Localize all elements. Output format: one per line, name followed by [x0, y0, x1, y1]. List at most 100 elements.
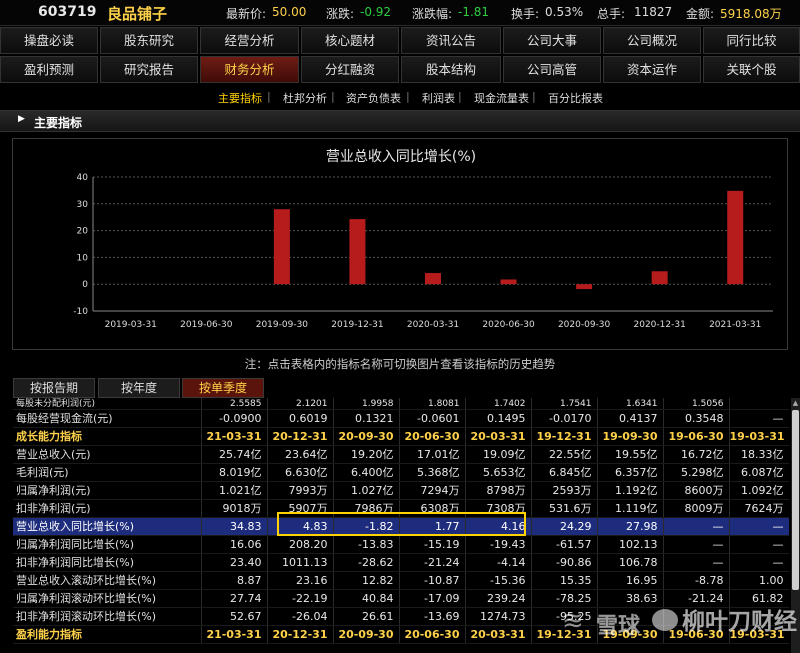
- nav-button-r2-4[interactable]: 股本结构: [401, 56, 501, 83]
- volume-label: 总手:: [597, 7, 626, 21]
- table-scrollbar[interactable]: ▲: [791, 398, 800, 653]
- subtab-4[interactable]: 现金流量表: [474, 90, 529, 106]
- section-header[interactable]: ▶ 主要指标: [0, 110, 800, 132]
- table-row: 扣非净利润(元) 9018万 5907万 7986万 6308万 7308万 531.6万 1…: [13, 499, 789, 518]
- x-tick-label: 2019-06-30: [180, 320, 233, 330]
- nav-button-r1-2[interactable]: 经营分析: [200, 27, 299, 54]
- indicator-name[interactable]: 营业总收入同比增长(%): [13, 517, 202, 536]
- indicator-name[interactable]: 扣非净利润同比增长(%): [13, 553, 202, 572]
- amount-value: 5918.08万: [720, 7, 782, 21]
- sub-tabs: 主要指标 杜邦分析 资产负债表 利润表 现金流量表 百分比报表 | | | | |: [0, 86, 800, 108]
- period-header: 20-03-31: [465, 427, 532, 446]
- table-cell: 22.55亿: [531, 445, 598, 464]
- table-cell: 2.1201: [267, 398, 334, 410]
- nav-button-r1-5[interactable]: 公司大事: [503, 27, 601, 54]
- subtab-3[interactable]: 利润表: [422, 90, 455, 106]
- subtab-separator: |: [532, 90, 536, 103]
- table-cell: 23.64亿: [267, 445, 334, 464]
- nav-button-r2-3[interactable]: 分红融资: [301, 56, 399, 83]
- indicator-name[interactable]: 归属净利润同比增长(%): [13, 535, 202, 554]
- period-header: 21-03-31: [201, 427, 268, 446]
- table-row: 营业总收入滚动环比增长(%) 8.87 23.16 12.82 -10.87 -15.36…: [13, 571, 789, 590]
- table-row: 归属净利润同比增长(%) 16.06 208.20 -13.83 -15.19 -19.4…: [13, 535, 789, 554]
- indicator-name[interactable]: 毛利润(元): [13, 463, 202, 482]
- indicator-name[interactable]: 归属净利润(元): [13, 481, 202, 500]
- y-tick-label: 0: [82, 280, 88, 290]
- bar: [727, 190, 744, 285]
- table-cell: 0.6019: [267, 409, 334, 428]
- table-cell: 1011.13: [267, 553, 334, 572]
- indicator-name[interactable]: 每股经营现金流(元): [13, 409, 202, 428]
- table-cell: -90.86: [531, 553, 598, 572]
- scroll-thumb[interactable]: [792, 410, 799, 590]
- nav-button-r1-1[interactable]: 股东研究: [100, 27, 198, 54]
- indicator-name[interactable]: 营业总收入滚动环比增长(%): [13, 571, 202, 590]
- indicator-name[interactable]: 营业总收入(元): [13, 445, 202, 464]
- scroll-up-icon[interactable]: ▲: [791, 398, 800, 408]
- table-cell: 7294万: [399, 481, 466, 500]
- quote-bar: 603719 良品铺子 最新价: 50.00 涨跌: -0.92 涨跌幅: -1…: [0, 0, 800, 26]
- table-cell: 1.7402: [465, 398, 532, 410]
- nav-button-r2-6[interactable]: 资本运作: [603, 56, 701, 83]
- indicator-name[interactable]: 扣非净利润滚动环比增长(%): [13, 607, 202, 626]
- table-cell: -0.0900: [201, 409, 268, 428]
- indicator-name[interactable]: 归属净利润滚动环比增长(%): [13, 589, 202, 608]
- table-cell: 8.019亿: [201, 463, 268, 482]
- period-tab-2[interactable]: 按单季度: [182, 378, 264, 398]
- table-cell: 106.78: [597, 553, 664, 572]
- period-tab-1[interactable]: 按年度: [98, 378, 180, 398]
- table-cell: 0.1321: [333, 409, 400, 428]
- table-cell: 34.83: [201, 517, 268, 536]
- bar: [273, 209, 290, 285]
- table-cell: 27.74: [201, 589, 268, 608]
- indicator-name[interactable]: 每股未分配利润(元): [13, 398, 202, 410]
- table-cell: -61.57: [531, 535, 598, 554]
- table-cell: [729, 398, 789, 410]
- nav-button-r2-7[interactable]: 关联个股: [703, 56, 800, 83]
- period-header: 19-09-30: [597, 625, 664, 644]
- table-cell: 5.653亿: [465, 463, 532, 482]
- table-row: 营业总收入同比增长(%) 34.83 4.83 -1.82 1.77 4.16 24.29 2…: [13, 517, 789, 536]
- table-cell: -8.78: [663, 571, 730, 590]
- period-header: 19-12-31: [531, 427, 598, 446]
- subtab-1[interactable]: 杜邦分析: [283, 90, 327, 106]
- nav-button-r2-0[interactable]: 盈利预测: [0, 56, 98, 83]
- table-cell: -22.19: [267, 589, 334, 608]
- period-header: 19-06-30: [663, 427, 730, 446]
- table-cell: -78.25: [531, 589, 598, 608]
- table-cell: 12.82: [333, 571, 400, 590]
- bar: [576, 284, 593, 290]
- table-cell: 1.00: [729, 571, 789, 590]
- nav-button-r1-3[interactable]: 核心题材: [301, 27, 399, 54]
- table-cell: -0.0170: [531, 409, 598, 428]
- subtab-2[interactable]: 资产负债表: [346, 90, 401, 106]
- table-cell: 1.6341: [597, 398, 664, 410]
- period-header: 20-12-31: [267, 427, 334, 446]
- period-tab-0[interactable]: 按报告期: [13, 378, 95, 398]
- table-cell: 8600万: [663, 481, 730, 500]
- nav-row-1: 操盘必读 股东研究 经营分析 核心题材 资讯公告 公司大事 公司概况 同行比较: [0, 27, 800, 55]
- subtab-5[interactable]: 百分比报表: [548, 90, 603, 106]
- table-cell: -21.24: [663, 589, 730, 608]
- table-cell: 7986万: [333, 499, 400, 518]
- table-row: 归属净利润滚动环比增长(%) 27.74 -22.19 40.84 -17.09 239.…: [13, 589, 789, 608]
- nav-button-r1-7[interactable]: 同行比较: [703, 27, 800, 54]
- table-row: 毛利润(元) 8.019亿 6.630亿 6.400亿 5.368亿 5.653亿 6.84…: [13, 463, 789, 482]
- latest-price-value: 50.00: [272, 5, 307, 19]
- nav-button-r1-0[interactable]: 操盘必读: [0, 27, 98, 54]
- nav-button-r1-4[interactable]: 资讯公告: [401, 27, 501, 54]
- nav-button-r2-5[interactable]: 公司高管: [503, 56, 601, 83]
- table-cell: 18.33亿: [729, 445, 789, 464]
- subtab-0[interactable]: 主要指标: [218, 90, 262, 106]
- table-row: 扣非净利润同比增长(%) 23.40 1011.13 -28.62 -21.24 -4.1…: [13, 553, 789, 572]
- stock-name: 良品铺子: [107, 5, 168, 23]
- table-cell: 38.63: [597, 589, 664, 608]
- y-tick-label: 30: [77, 200, 89, 210]
- table-cell: 8798万: [465, 481, 532, 500]
- nav-button-r2-1[interactable]: 研究报告: [100, 56, 198, 83]
- table-cell: -95.25: [531, 607, 598, 626]
- section-row: 成长能力指标 21-03-31 20-12-31 20-09-30 20-06-30 20…: [13, 427, 789, 446]
- nav-button-r2-2[interactable]: 财务分析: [200, 56, 299, 83]
- indicator-name[interactable]: 扣非净利润(元): [13, 499, 202, 518]
- nav-button-r1-6[interactable]: 公司概况: [603, 27, 701, 54]
